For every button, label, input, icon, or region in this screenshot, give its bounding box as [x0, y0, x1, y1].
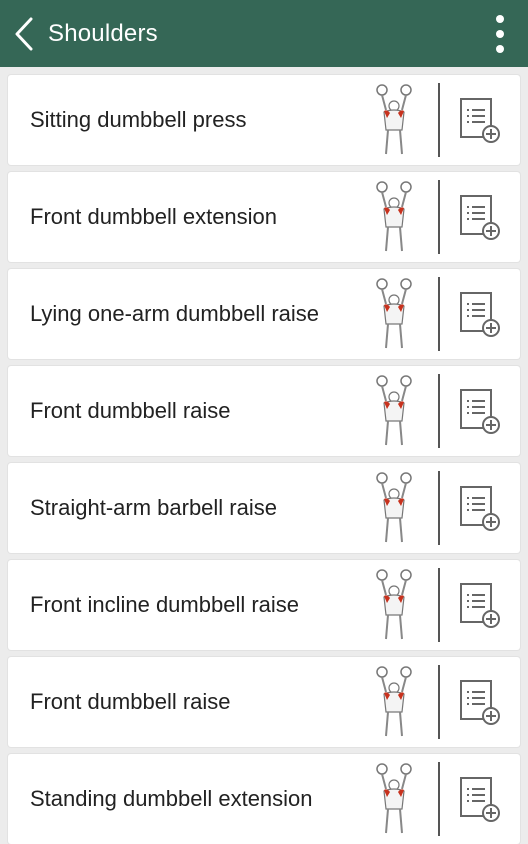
exercise-illustration [364, 177, 424, 257]
add-to-workout-button[interactable] [440, 657, 520, 747]
add-to-list-icon [460, 777, 500, 822]
athlete-figure-icon [376, 278, 412, 349]
exercise-name: Straight-arm barbell raise [30, 495, 277, 520]
overflow-menu-button[interactable] [490, 15, 510, 53]
add-to-list-icon [460, 389, 500, 434]
exercise-illustration [364, 662, 424, 742]
add-to-list-icon [460, 680, 500, 725]
add-to-list-icon [460, 486, 500, 531]
add-to-workout-button[interactable] [440, 560, 520, 650]
exercise-illustration [364, 80, 424, 160]
add-to-list-icon [460, 195, 500, 240]
exercise-list: Sitting dumbbell press Front dumbbell ex… [0, 67, 528, 844]
exercise-name: Standing dumbbell extension [30, 786, 313, 811]
add-to-workout-button[interactable] [440, 463, 520, 553]
menu-dot [496, 45, 504, 53]
add-to-list-icon [460, 98, 500, 143]
athlete-figure-icon [376, 84, 412, 155]
back-button[interactable] [2, 0, 46, 67]
exercise-name: Front incline dumbbell raise [30, 592, 300, 617]
exercise-card[interactable]: Front dumbbell raise [8, 366, 520, 456]
add-to-list-icon [460, 583, 500, 628]
add-to-workout-button[interactable] [440, 269, 520, 359]
menu-dot [496, 15, 504, 23]
exercise-card[interactable]: Front dumbbell raise [8, 657, 520, 747]
exercise-illustration [364, 371, 424, 451]
add-to-workout-button[interactable] [440, 754, 520, 844]
add-to-workout-button[interactable] [440, 75, 520, 165]
add-to-list-icon [460, 292, 500, 337]
athlete-figure-icon [376, 375, 412, 446]
exercise-illustration [364, 468, 424, 548]
add-to-workout-button[interactable] [440, 172, 520, 262]
exercise-card[interactable]: Lying one-arm dumbbell raise [8, 269, 520, 359]
athlete-figure-icon [376, 666, 412, 737]
athlete-figure-icon [376, 181, 412, 252]
exercise-card[interactable]: Sitting dumbbell press [8, 75, 520, 165]
chevron-left-icon [15, 17, 33, 50]
add-to-workout-button[interactable] [440, 366, 520, 456]
athlete-figure-icon [376, 763, 412, 834]
exercise-card[interactable]: Front incline dumbbell raise [8, 560, 520, 650]
exercise-name: Front dumbbell raise [30, 398, 231, 423]
exercise-illustration [364, 274, 424, 354]
exercise-illustration [364, 759, 424, 839]
exercise-name: Sitting dumbbell press [30, 107, 247, 132]
page-title: Shoulders [48, 19, 158, 47]
exercise-name: Front dumbbell raise [30, 689, 231, 714]
exercise-card[interactable]: Standing dumbbell extension [8, 754, 520, 844]
exercise-card[interactable]: Straight-arm barbell raise [8, 463, 520, 553]
exercise-name: Front dumbbell extension [30, 204, 278, 229]
exercise-name: Lying one-arm dumbbell raise [30, 301, 319, 326]
app-bar: Shoulders [0, 0, 528, 67]
menu-dot [496, 30, 504, 38]
exercise-card[interactable]: Front dumbbell extension [8, 172, 520, 262]
exercise-illustration [364, 565, 424, 645]
athlete-figure-icon [376, 569, 412, 640]
athlete-figure-icon [376, 472, 412, 543]
